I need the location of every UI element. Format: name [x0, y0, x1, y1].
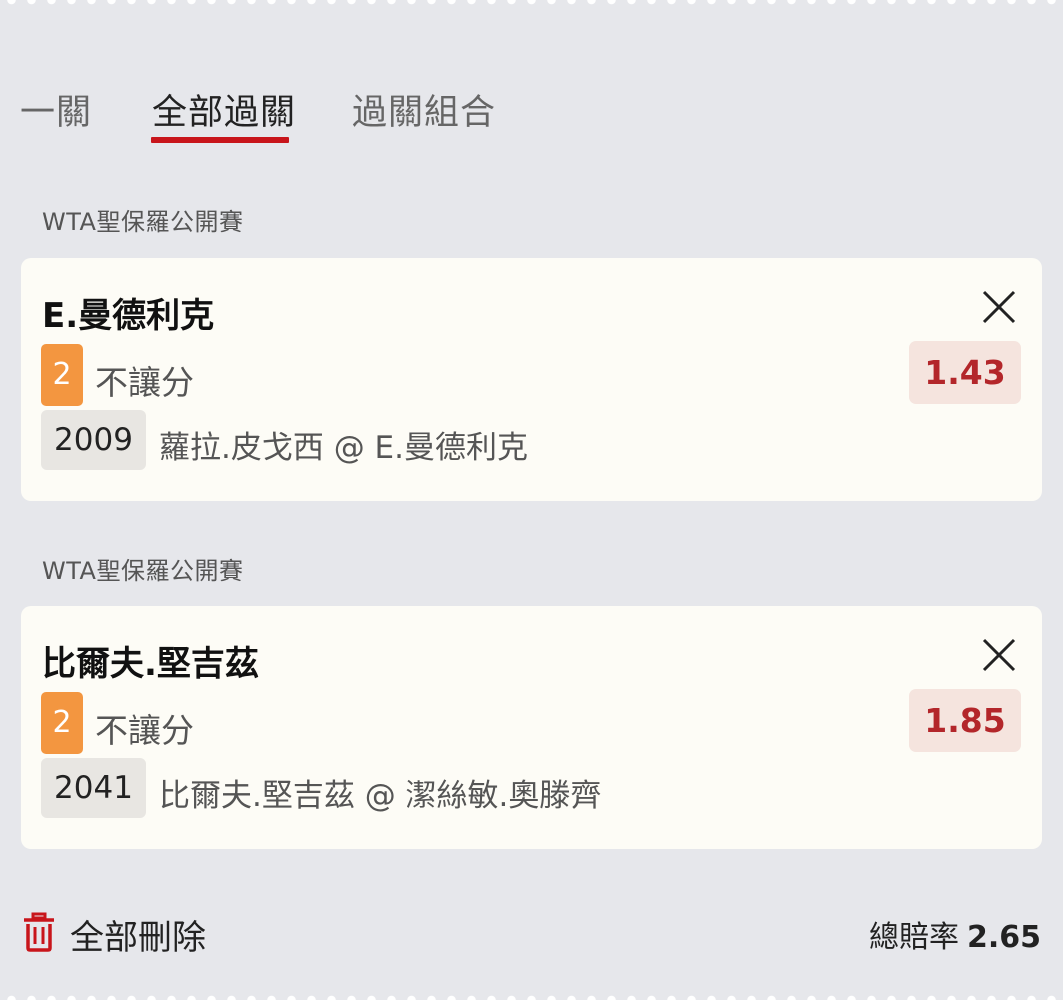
total-odds-label: 總賠率: [868, 920, 959, 955]
match-description: 比爾夫.堅吉茲 @ 潔絲敏.奧滕齊: [159, 778, 602, 814]
league-label: WTA聖保羅公開賽: [42, 208, 244, 236]
bet-type-label: 不讓分: [95, 363, 194, 402]
match-number: 2041: [41, 758, 146, 818]
close-icon: [982, 638, 1016, 672]
bet-type-tabs: 一關 全部過關 過關組合: [0, 70, 1063, 150]
line-badge: 2: [41, 344, 83, 406]
tab-all-parlay[interactable]: 全部過關: [152, 84, 296, 135]
tab-parlay-combo[interactable]: 過關組合: [352, 84, 496, 135]
delete-all-label: 全部刪除: [70, 918, 206, 958]
bet-slip-panel: 一關 全部過關 過關組合 WTA聖保羅公開賽 E.曼德利克 2 不讓分 1.43…: [0, 0, 1063, 1000]
selection-card: 比爾夫.堅吉茲 2 不讓分 1.85 2041 比爾夫.堅吉茲 @ 潔絲敏.奧滕…: [21, 606, 1042, 849]
remove-selection-button[interactable]: [980, 636, 1018, 674]
tab-single[interactable]: 一關: [20, 84, 92, 135]
bet-type-label: 不讓分: [95, 711, 194, 750]
total-odds-value: 2.65: [966, 920, 1041, 955]
league-label: WTA聖保羅公開賽: [42, 557, 244, 585]
total-odds: 總賠率 2.65: [869, 912, 1041, 956]
selection-card: E.曼德利克 2 不讓分 1.43 2009 蘿拉.皮戈西 @ E.曼德利克: [21, 258, 1042, 501]
selection-title: 比爾夫.堅吉茲: [42, 644, 259, 684]
match-number: 2009: [41, 410, 146, 470]
odds-value[interactable]: 1.43: [909, 341, 1021, 404]
match-description: 蘿拉.皮戈西 @ E.曼德利克: [159, 430, 529, 466]
line-badge: 2: [41, 692, 83, 754]
active-tab-indicator: [151, 137, 289, 143]
selection-title: E.曼德利克: [42, 296, 215, 336]
remove-selection-button[interactable]: [980, 288, 1018, 326]
odds-value[interactable]: 1.85: [909, 689, 1021, 752]
trash-icon: [22, 912, 56, 952]
close-icon: [982, 290, 1016, 324]
